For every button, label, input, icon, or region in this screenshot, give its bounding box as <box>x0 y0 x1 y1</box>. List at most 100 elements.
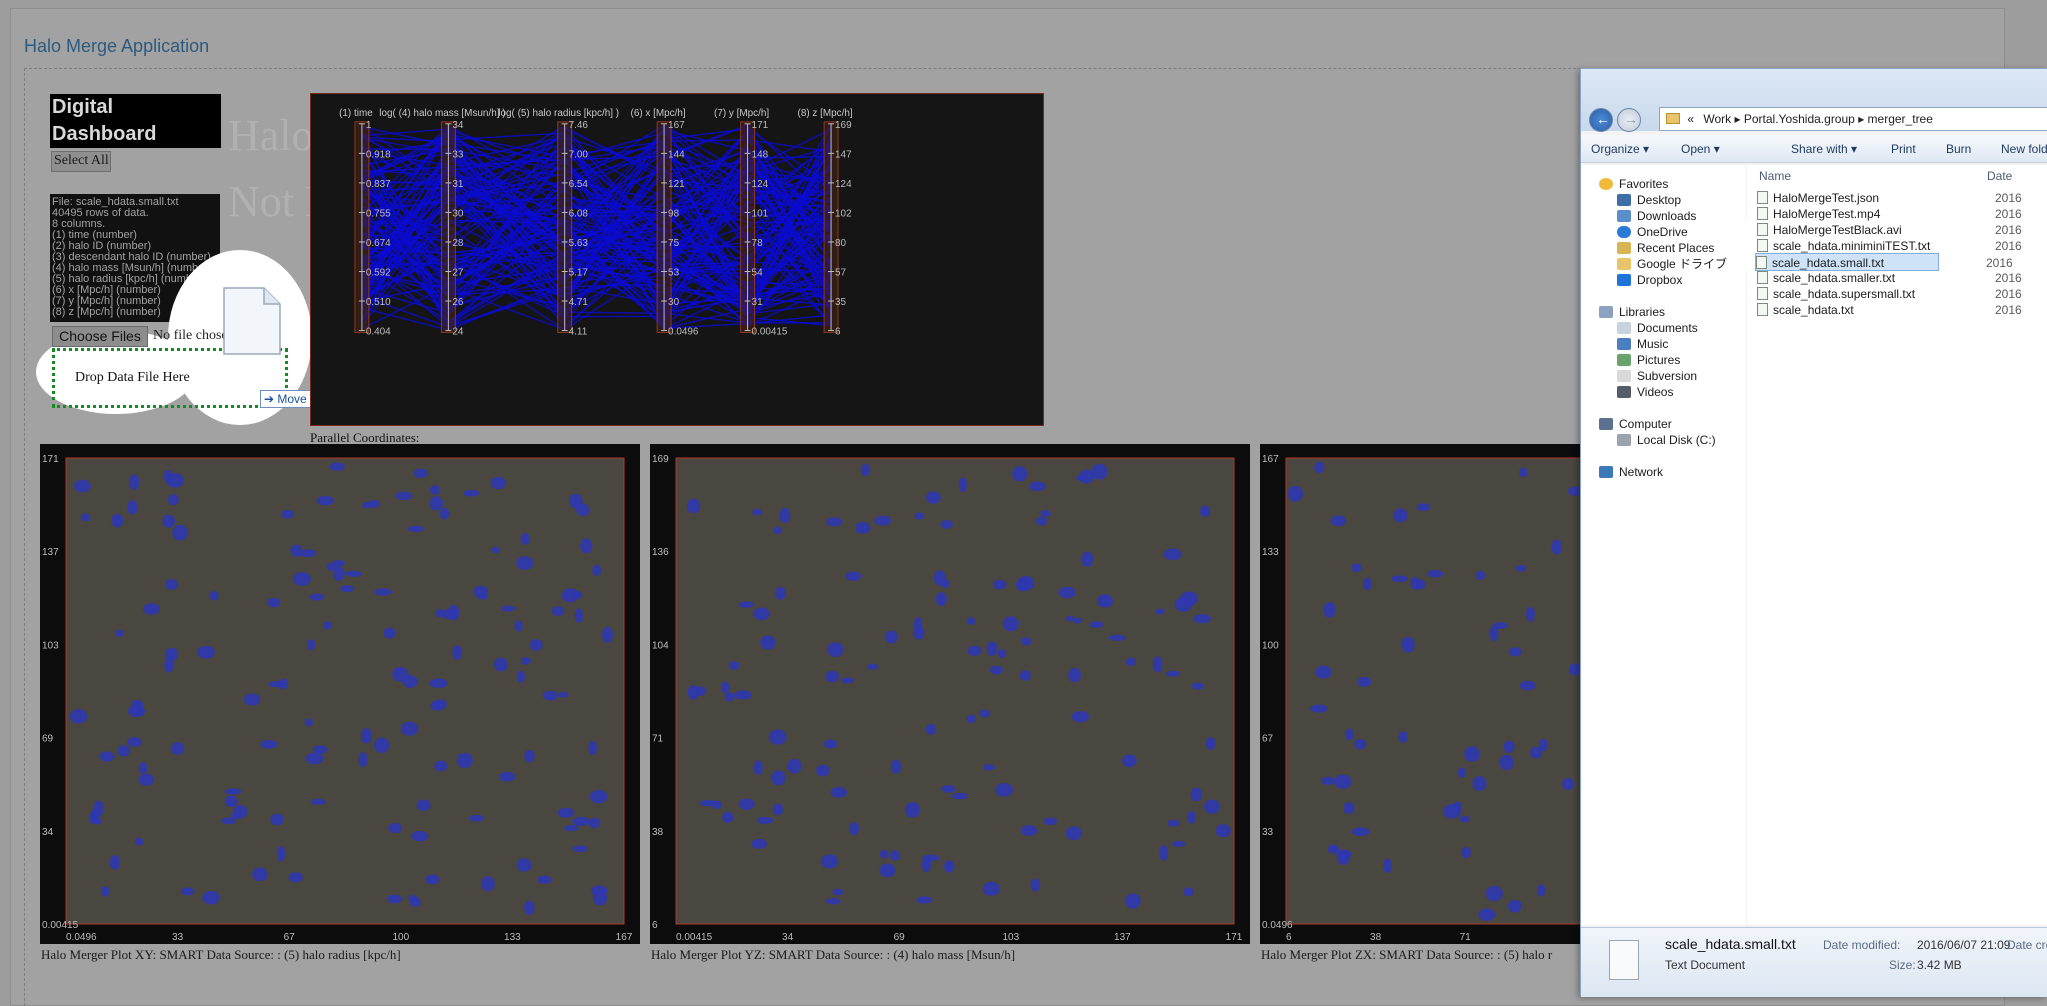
pc-tick-label: 0.837 <box>366 179 391 190</box>
file-name: scale_hdata.small.txt <box>1772 256 1885 270</box>
halo-point <box>772 803 784 816</box>
organize-button[interactable]: Organize ▾ <box>1591 142 1649 156</box>
halo-point <box>588 740 598 756</box>
halo-point <box>1478 908 1496 921</box>
file-name: scale_hdata.miniminiTEST.txt <box>1773 239 1931 253</box>
halo-point <box>416 799 431 811</box>
halo-point <box>1030 878 1041 892</box>
burn-button[interactable]: Burn <box>1946 142 1971 156</box>
y-tick-label: 6 <box>652 920 658 931</box>
pc-tick-label: 30 <box>452 208 464 219</box>
halo-point <box>1503 740 1515 753</box>
pc-tick-label: 1 <box>366 120 372 131</box>
halo-point <box>456 752 473 769</box>
column-header-name[interactable]: Name <box>1759 169 1791 183</box>
x-tick-label: 133 <box>504 932 521 943</box>
halo-point <box>309 593 325 601</box>
halo-point <box>70 709 88 724</box>
halo-point <box>1019 670 1031 681</box>
computer-icon <box>1599 418 1613 430</box>
organize-label: Organize <box>1591 142 1640 156</box>
halo-point <box>1108 634 1127 641</box>
nav-item-local-disk[interactable]: Local Disk (C:) <box>1617 431 1716 449</box>
nav-item-label: Recent Places <box>1637 241 1715 255</box>
pc-tick-label: 0.755 <box>366 208 391 219</box>
halo-point <box>1330 515 1346 527</box>
halo-point <box>1519 680 1536 691</box>
halo-point <box>498 771 516 782</box>
column-header-date[interactable]: Date <box>1987 169 2012 183</box>
desktop-icon <box>1617 194 1631 206</box>
halo-point <box>879 863 896 878</box>
scatter-plot-zx[interactable]: 167 133 100 67 33 0.04966 38 71 <box>1260 444 1580 944</box>
new-folder-button[interactable]: New fold <box>2001 142 2047 156</box>
x-tick-label: 33 <box>172 932 184 943</box>
pc-tick-label: 0.00415 <box>752 327 788 338</box>
halo-point <box>1002 616 1019 632</box>
video-file-icon <box>1757 223 1768 236</box>
address-bar[interactable]: « Work ▸ Portal.Yoshida.group ▸ merger_t… <box>1659 107 2047 131</box>
address-overflow[interactable]: « <box>1687 112 1694 126</box>
pc-tick-label: 27 <box>452 267 464 278</box>
halo-point <box>170 742 185 755</box>
halo-point <box>916 896 933 904</box>
halo-point <box>134 837 144 846</box>
halo-point <box>490 476 506 490</box>
pc-tick-label: 0.674 <box>366 238 391 249</box>
halo-point <box>1040 509 1051 518</box>
file-explorer-window[interactable]: ← → « Work ▸ Portal.Yoshida.group ▸ merg… <box>1580 68 2047 997</box>
halo-point <box>292 572 311 586</box>
back-button[interactable]: ← <box>1589 108 1613 132</box>
file-row[interactable]: scale_hdata.txt 2016 <box>1757 301 2022 319</box>
halo-point <box>521 657 531 665</box>
halo-point <box>1321 776 1335 785</box>
choose-files-button[interactable]: Choose Files <box>52 326 148 347</box>
nav-item-dropbox[interactable]: Dropbox <box>1617 271 1682 289</box>
halo-point <box>1334 774 1352 789</box>
details-size: 3.42 MB <box>1917 958 1962 972</box>
halo-point <box>516 858 532 872</box>
halo-point <box>1152 656 1163 673</box>
halo-point <box>1193 613 1212 624</box>
pc-tick-label: 121 <box>668 179 685 190</box>
halo-point <box>1401 636 1415 653</box>
halo-point <box>230 812 241 820</box>
halo-point <box>1183 887 1194 897</box>
halo-point <box>73 479 91 493</box>
plot-area <box>65 457 625 925</box>
move-badge: ➔ Move <box>260 390 316 408</box>
pc-tick-label: 167 <box>668 120 685 131</box>
forward-button[interactable]: → <box>1617 108 1641 132</box>
nav-item-videos[interactable]: Videos <box>1617 383 1673 401</box>
parallel-coordinates-chart[interactable]: (1) time1 0.918 0.837 0.755 0.674 0.592 0.510 0… <box>310 93 1044 426</box>
halo-point <box>602 626 613 643</box>
pc-axis-title: log( (5) halo radius [kpc/h] ) <box>498 108 619 119</box>
breadcrumb-item[interactable]: Portal.Yoshida.group <box>1744 112 1855 126</box>
scatter-plot-xy[interactable]: 171 137 103 69 34 0.004150.0496 33 67 100 133 167 <box>40 444 640 944</box>
breadcrumb-item[interactable]: merger_tree <box>1868 112 1933 126</box>
halo-point <box>463 489 480 497</box>
halo-point <box>561 588 579 603</box>
drop-zone[interactable]: Drop Data File Here <box>52 348 288 408</box>
breadcrumb-item[interactable]: Work <box>1703 112 1731 126</box>
file-name: scale_hdata.supersmall.txt <box>1773 287 1916 301</box>
share-with-button[interactable]: Share with ▾ <box>1791 142 1857 156</box>
halo-point <box>823 739 838 749</box>
cloud-icon <box>1617 226 1631 238</box>
open-button[interactable]: Open ▾ <box>1681 142 1720 156</box>
halo-point <box>738 798 755 810</box>
scatter-plot-yz[interactable]: 169 136 104 71 38 6 0.00415 34 69 103 137 171 <box>650 444 1250 944</box>
y-tick-label: 137 <box>42 547 59 558</box>
share-with-label: Share with <box>1791 142 1848 156</box>
file-name: HaloMergeTestBlack.avi <box>1773 223 1902 237</box>
y-tick-label: 167 <box>1262 454 1279 465</box>
nav-network[interactable]: Network <box>1599 463 1663 481</box>
halo-point <box>1427 570 1444 578</box>
halo-point <box>772 526 783 535</box>
y-tick-label: 104 <box>652 640 669 651</box>
print-button[interactable]: Print <box>1891 142 1916 156</box>
halo-point <box>1071 711 1090 723</box>
text-file-icon <box>1757 303 1768 316</box>
halo-point <box>332 560 346 567</box>
select-all-button[interactable]: Select All <box>51 151 111 172</box>
